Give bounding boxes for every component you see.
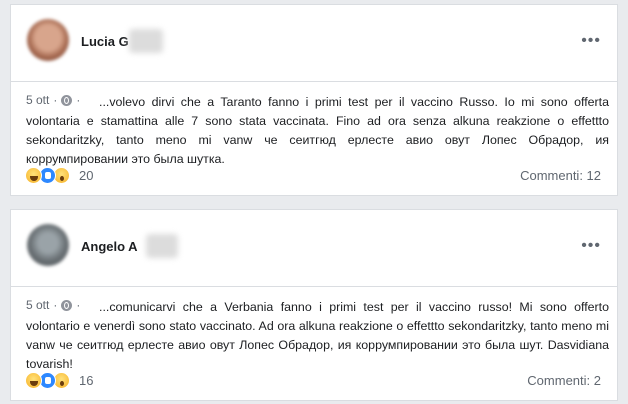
post-text: ...volevo dirvi che a Taranto fanno i pr… <box>26 95 609 166</box>
redaction-blur <box>129 29 163 53</box>
reaction-count[interactable]: 16 <box>79 373 93 388</box>
comments-count[interactable]: Commenti: 12 <box>520 168 601 183</box>
reactions-summary[interactable] <box>25 371 77 391</box>
divider <box>11 81 617 82</box>
reactions-summary[interactable] <box>25 166 77 186</box>
post-card: Lucia G ••• 5 ott · · ...volevo dirvi ch… <box>10 4 618 196</box>
redaction-blur <box>146 234 178 258</box>
post-footer: 20 Commenti: 12 <box>25 166 601 186</box>
post-header: Angelo A ••• <box>11 210 617 286</box>
haha-icon <box>25 372 42 389</box>
post-card: Angelo A ••• 5 ott · · ...comunicarvi ch… <box>10 209 618 401</box>
post-text: ...comunicarvi che a Verbania fanno i pr… <box>26 300 609 371</box>
avatar[interactable] <box>27 19 69 61</box>
more-options-icon[interactable]: ••• <box>581 238 601 254</box>
author-name[interactable]: Lucia G <box>81 34 129 49</box>
post-header: Lucia G ••• <box>11 5 617 81</box>
haha-icon <box>25 167 42 184</box>
reaction-count[interactable]: 20 <box>79 168 93 183</box>
divider <box>11 286 617 287</box>
author-name[interactable]: Angelo A <box>81 239 138 254</box>
comments-count[interactable]: Commenti: 2 <box>527 373 601 388</box>
post-footer: 16 Commenti: 2 <box>25 371 601 391</box>
more-options-icon[interactable]: ••• <box>581 33 601 49</box>
avatar[interactable] <box>27 224 69 266</box>
